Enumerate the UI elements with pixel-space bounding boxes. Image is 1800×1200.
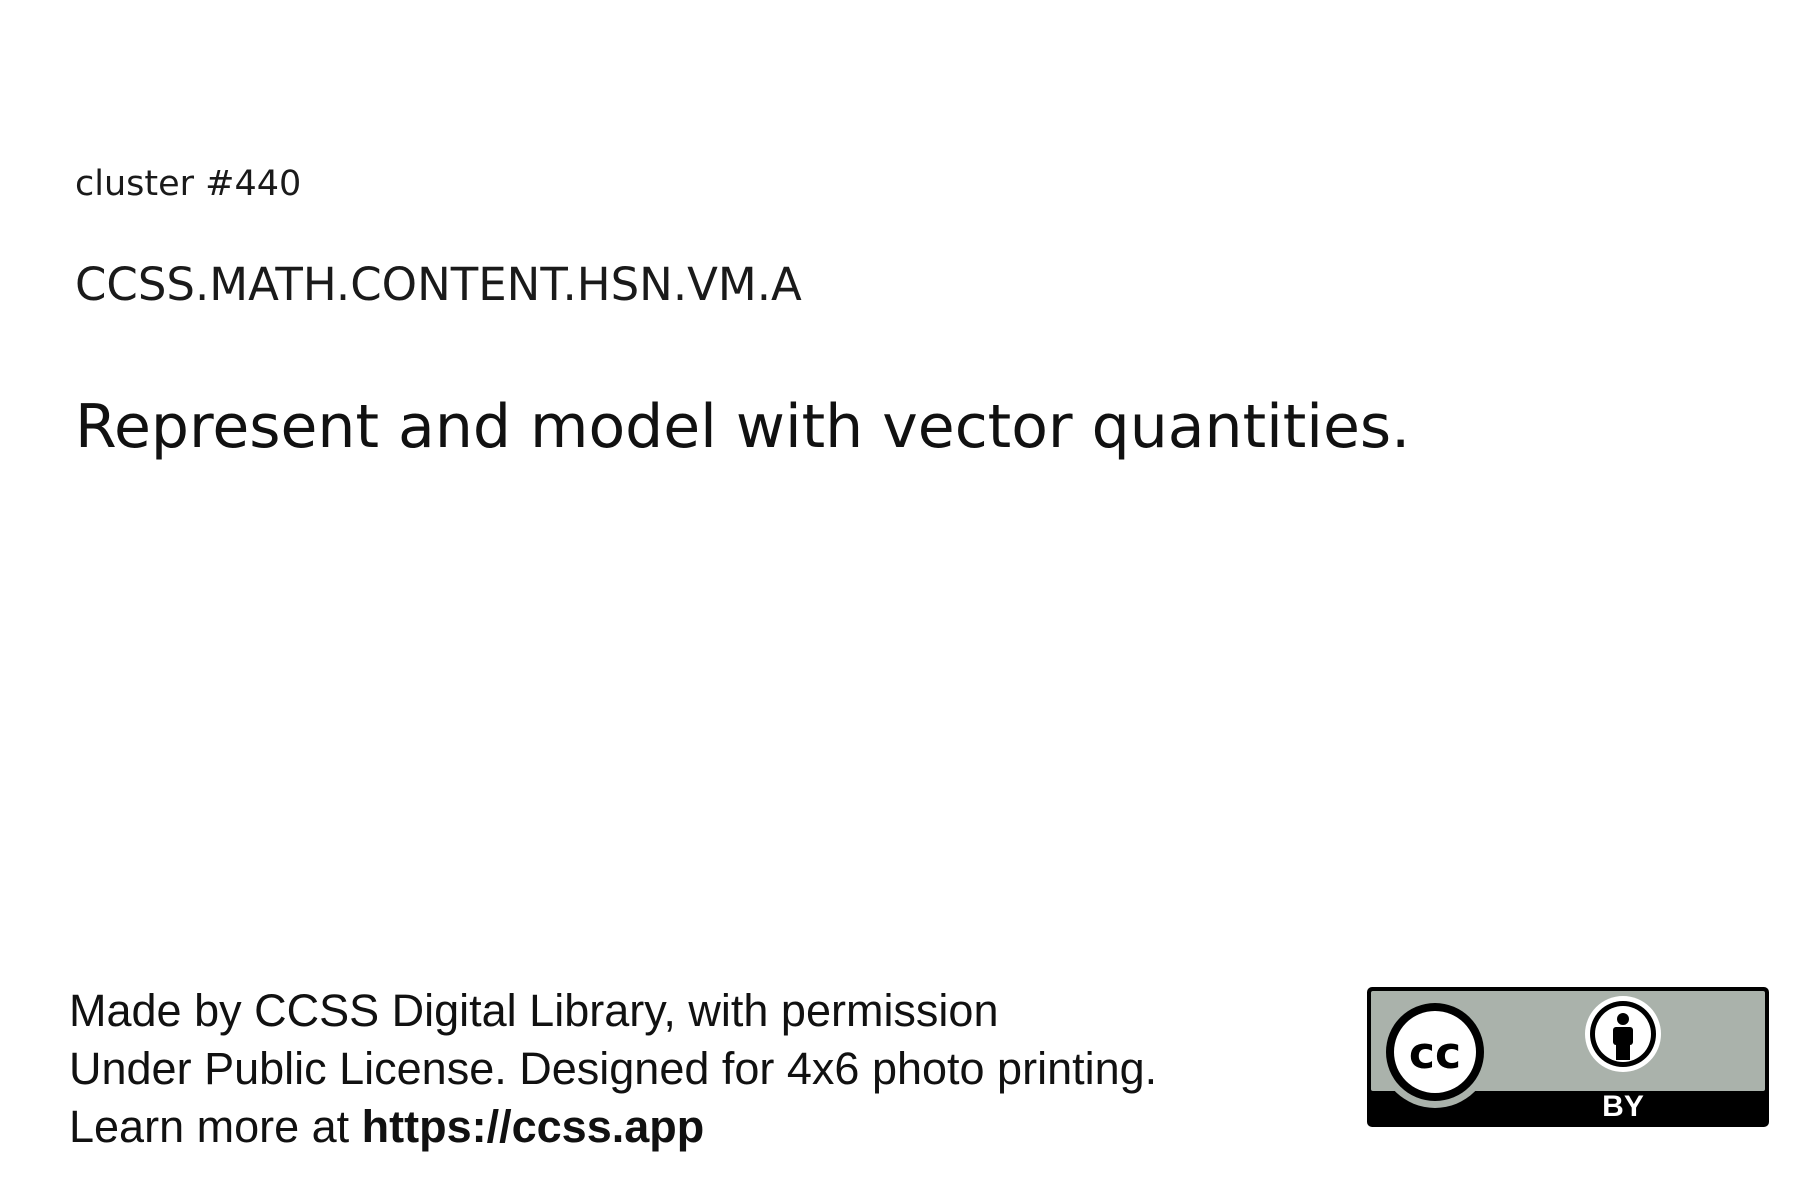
footer-line-made-by: Made by CCSS Digital Library, with permi… [69,985,999,1036]
footer-line-license: Under Public License. Designed for 4x6 p… [69,1043,1158,1094]
cluster-number: cluster #440 [75,164,302,204]
footer-line-learn-more: Learn more at https://ccss.app [69,1098,1157,1156]
creative-commons-icon: cc [1379,996,1491,1108]
ccss-app-link[interactable]: https://ccss.app [362,1101,705,1152]
cc-by-license-badge[interactable]: cc BY [1366,986,1770,1128]
standard-code: CCSS.MATH.CONTENT.HSN.VM.A [75,258,802,311]
footer-credits: Made by CCSS Digital Library, with permi… [69,982,1157,1156]
cc-by-badge-graphic: cc BY [1367,987,1769,1127]
by-text: BY [1602,1090,1644,1123]
cc-text: cc [1409,1028,1461,1079]
cluster-title: Represent and model with vector quantiti… [75,392,1411,462]
attribution-person-icon [1585,996,1661,1072]
learn-more-prefix: Learn more at [69,1101,362,1152]
